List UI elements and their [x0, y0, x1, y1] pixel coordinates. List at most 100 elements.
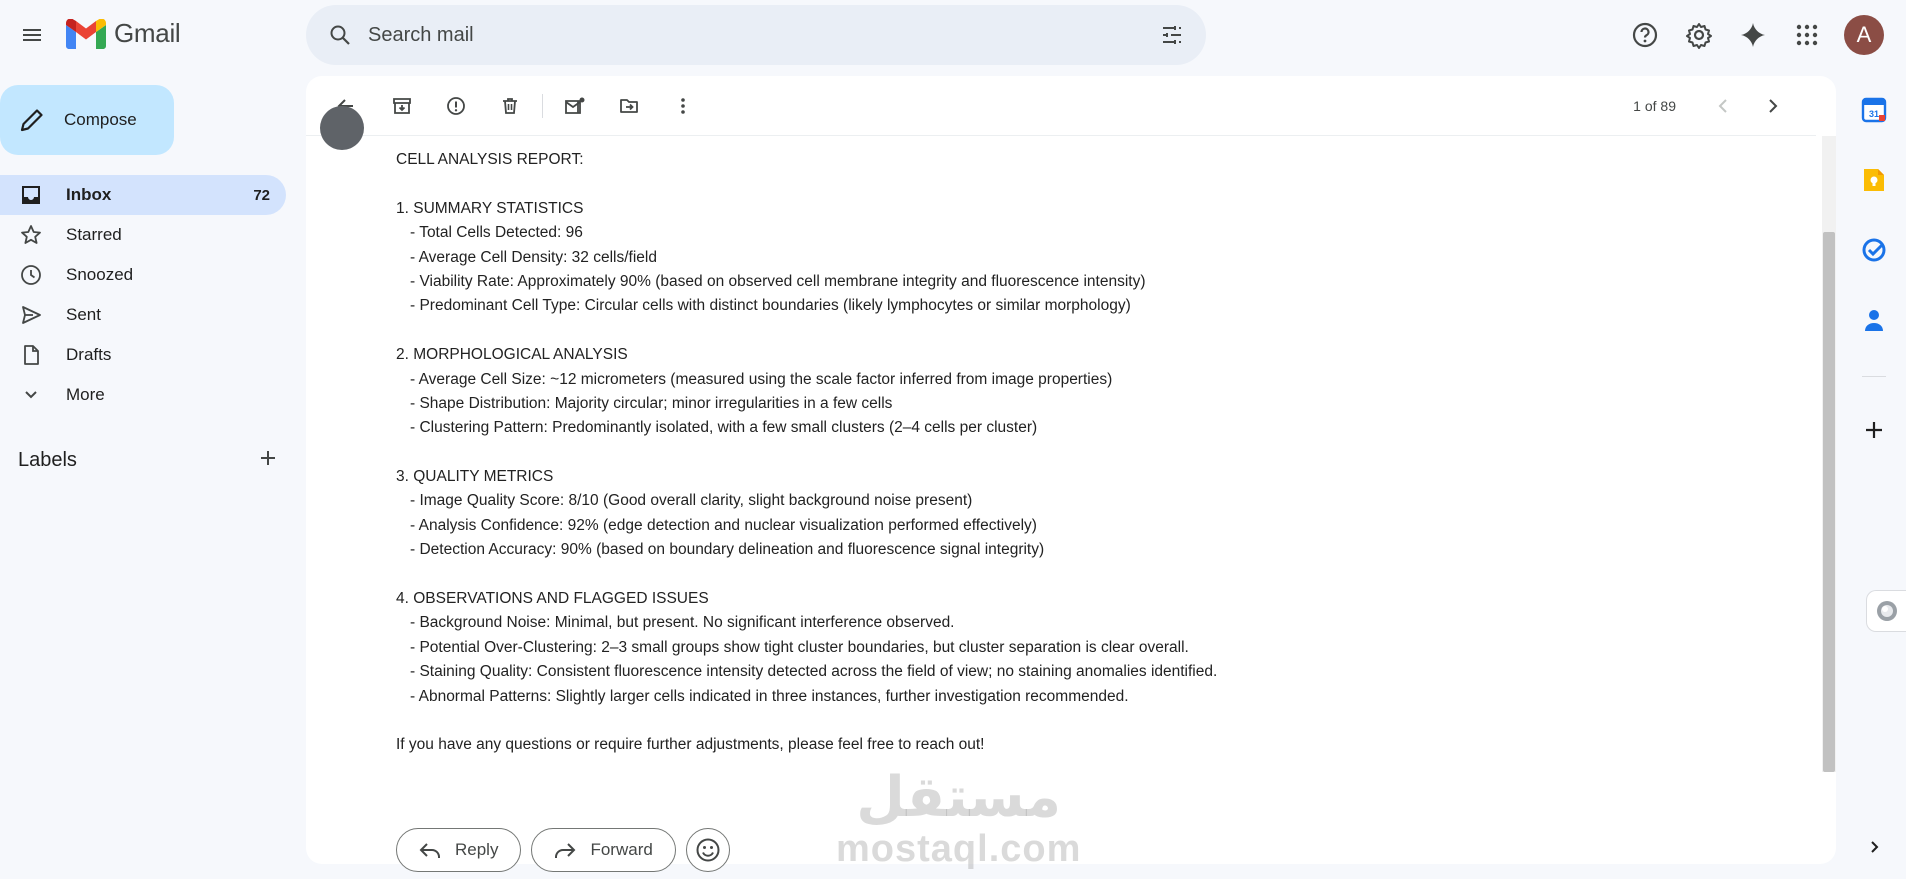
gmail-logo[interactable]: Gmail: [66, 18, 181, 49]
send-icon: [22, 306, 41, 324]
compose-button[interactable]: Compose: [0, 85, 174, 155]
forward-icon: [555, 843, 576, 858]
older-button[interactable]: [1752, 86, 1792, 126]
more-options-button[interactable]: [663, 86, 703, 126]
email-body-line: [396, 709, 1217, 733]
email-body-line: - Detection Accuracy: 90% (based on boun…: [410, 541, 1045, 559]
pagination: 1 of 89: [1633, 86, 1792, 126]
email-body-line: - Shape Distribution: Majority circular;…: [410, 394, 893, 412]
email-body-line: - Analysis Confidence: 92% (edge detecti…: [410, 516, 1037, 534]
sidebar-item-snoozed[interactable]: Snoozed: [0, 255, 286, 295]
chevron-down-icon: [25, 391, 37, 399]
sidebar-item-label: Sent: [66, 305, 101, 324]
delete-button[interactable]: [490, 86, 530, 126]
forward-label: Forward: [590, 840, 653, 859]
sparkle-icon: [1741, 23, 1765, 47]
email-body-line: - Clustering Pattern: Predominantly isol…: [410, 419, 1038, 437]
email-body-line: [396, 441, 1217, 465]
newer-button[interactable]: [1704, 86, 1744, 126]
pager-text: 1 of 89: [1633, 98, 1676, 114]
reply-icon: [419, 843, 440, 858]
side-panel: 31: [1842, 76, 1906, 879]
reply-label: Reply: [455, 840, 499, 859]
email-body-line: - Image Quality Score: 8/10 (Good overal…: [410, 492, 973, 510]
calendar-button[interactable]: 31: [1858, 94, 1890, 126]
inbox-icon: [22, 186, 40, 204]
email-body-line: If you have any questions or require fur…: [396, 736, 985, 754]
keep-icon: [1864, 169, 1884, 191]
report-spam-button[interactable]: [436, 86, 476, 126]
email-body-line: [396, 172, 1217, 196]
settings-button[interactable]: [1676, 12, 1722, 58]
account-avatar[interactable]: A: [1844, 15, 1884, 55]
email-body-line: - Average Cell Size: ~12 micrometers (me…: [410, 370, 1113, 388]
scrollbar-thumb[interactable]: [1823, 232, 1835, 772]
tasks-button[interactable]: [1858, 234, 1890, 266]
report-icon: [447, 96, 465, 115]
apps-button[interactable]: [1784, 12, 1830, 58]
email-body-line: [396, 563, 1217, 587]
add-label-button[interactable]: [258, 448, 278, 473]
sender-avatar[interactable]: [320, 106, 364, 150]
tune-icon: [1163, 26, 1181, 44]
sidebar-item-more[interactable]: More: [0, 375, 286, 415]
toolbar-divider: [542, 93, 543, 118]
clock-icon: [21, 265, 41, 285]
archive-button[interactable]: [382, 86, 422, 126]
apps-grid-icon: [1796, 24, 1818, 46]
search-button[interactable]: [324, 19, 356, 51]
search-input[interactable]: [368, 23, 1128, 47]
email-body-line: - Viability Rate: Approximately 90% (bas…: [410, 272, 1146, 290]
email-body-line: - Predominant Cell Type: Circular cells …: [410, 297, 1131, 315]
sidebar-item-drafts[interactable]: Drafts: [0, 335, 286, 375]
email-body-line: - Potential Over-Clustering: 2–3 small g…: [410, 638, 1189, 656]
floating-assistant-tab[interactable]: [1866, 590, 1906, 632]
add-icon: [1866, 422, 1882, 438]
gear-icon: [1686, 23, 1712, 49]
email-body-line: - Total Cells Detected: 96: [410, 224, 583, 242]
email-body-line: 4. OBSERVATIONS AND FLAGGED ISSUES: [396, 590, 709, 608]
chevron-left-icon: [1718, 99, 1727, 113]
sidebar-nav: Inbox 72 Starred Snoozed Sent Drafts Mor…: [0, 175, 286, 415]
move-to-button[interactable]: [609, 86, 649, 126]
top-right-icons: A: [1614, 12, 1906, 58]
emoji-reaction-button[interactable]: [685, 828, 730, 872]
hide-side-panel-button[interactable]: [1858, 831, 1890, 863]
gemini-button[interactable]: [1730, 12, 1776, 58]
more-vert-icon: [681, 97, 685, 114]
star-icon: [21, 225, 41, 244]
menu-icon: [23, 29, 41, 41]
contacts-button[interactable]: [1858, 304, 1890, 336]
tasks-icon: [1862, 238, 1886, 262]
email-body-line: [396, 319, 1217, 343]
top-bar: Gmail A: [0, 0, 1906, 70]
sidebar-item-inbox[interactable]: Inbox 72: [0, 175, 286, 215]
gmail-m-icon: [66, 18, 106, 49]
mark-unread-button[interactable]: [555, 86, 595, 126]
main-menu-button[interactable]: [12, 15, 52, 55]
email-body-line: 2. MORPHOLOGICAL ANALYSIS: [396, 346, 628, 364]
sidebar-item-starred[interactable]: Starred: [0, 215, 286, 255]
email-body-line: CELL ANALYSIS REPORT:: [396, 151, 584, 168]
sidebar-item-label: Snoozed: [66, 265, 134, 284]
draft-icon: [24, 345, 39, 365]
forward-button[interactable]: Forward: [531, 828, 676, 872]
email-body-line: - Average Cell Density: 32 cells/field: [410, 248, 657, 266]
reply-button[interactable]: Reply: [396, 828, 522, 872]
sidebar-item-label: Drafts: [66, 345, 112, 364]
sidebar-item-label: Inbox: [66, 185, 112, 204]
help-button[interactable]: [1622, 12, 1668, 58]
compose-label: Compose: [64, 110, 137, 129]
sidebar-item-sent[interactable]: Sent: [0, 295, 286, 335]
search-options-button[interactable]: [1156, 19, 1188, 51]
email-body: CELL ANALYSIS REPORT: 1. SUMMARY STATISTI…: [396, 148, 1217, 758]
search-icon: [330, 25, 350, 45]
get-addons-button[interactable]: [1858, 414, 1890, 446]
search-bar[interactable]: [306, 5, 1206, 65]
chevron-right-icon: [1769, 99, 1778, 113]
pencil-icon: [20, 109, 43, 132]
inbox-count: 72: [253, 186, 270, 204]
keep-button[interactable]: [1858, 164, 1890, 196]
chevron-right-icon: [1871, 841, 1879, 853]
email-body-line: - Background Noise: Minimal, but present…: [410, 614, 955, 632]
